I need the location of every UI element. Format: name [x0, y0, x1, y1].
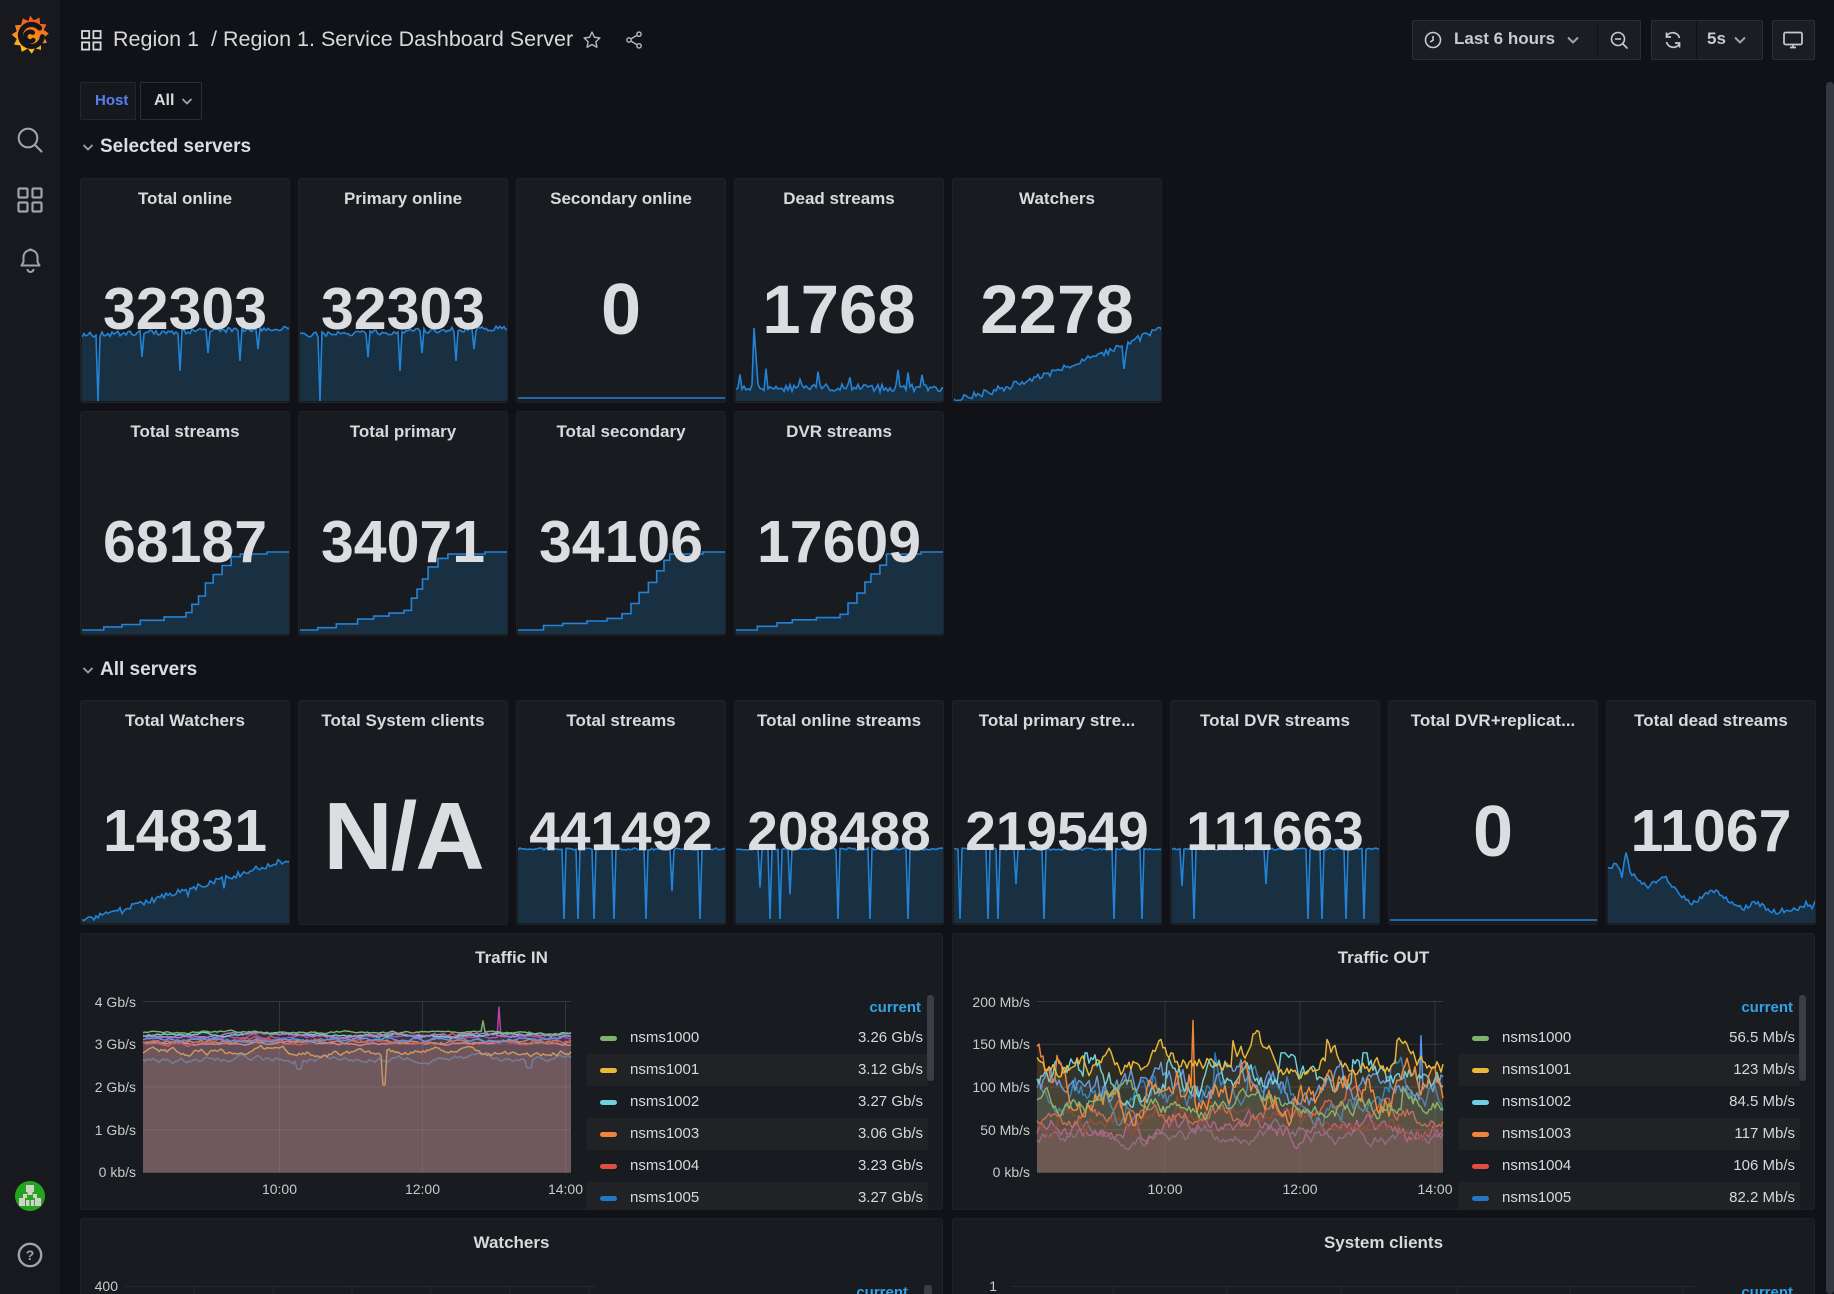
- svg-text:?: ?: [26, 1247, 35, 1263]
